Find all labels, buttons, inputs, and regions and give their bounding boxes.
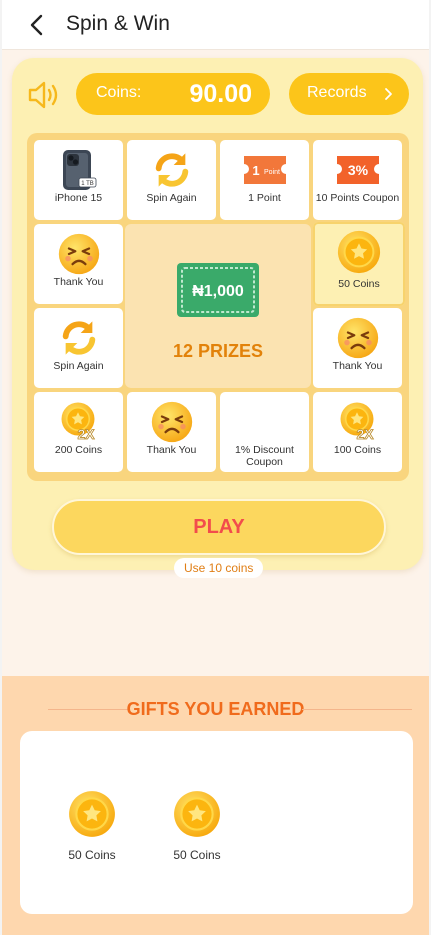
phone-icon: 1 TB <box>56 148 102 192</box>
coins-label: Coins: <box>96 84 142 101</box>
svg-text:2X: 2X <box>77 426 95 442</box>
prize-cell-100-coins: 2X 100 Coins <box>313 392 402 472</box>
prize-cell-spin-again: Spin Again <box>127 140 216 220</box>
prize-board: 1 TB iPhone 15 Spin Again 1 Point 1 Poin… <box>27 133 409 481</box>
prize-label: 100 Coins <box>333 444 382 456</box>
prize-label: 200 Coins <box>54 444 103 456</box>
point-ticket-icon: 1 Point <box>242 148 288 192</box>
coin-icon <box>67 789 117 839</box>
play-cost-label: Use 10 coins <box>174 558 264 578</box>
sad-face-icon <box>56 232 102 276</box>
prize-cell-thank-you: Thank You <box>313 308 402 388</box>
banknote-icon: ₦1,000 <box>177 263 259 317</box>
coin-icon <box>172 789 222 839</box>
gift-item: 50 Coins <box>152 789 242 862</box>
gift-label: 50 Coins <box>68 848 116 862</box>
records-button[interactable]: Records <box>289 73 409 115</box>
prize-label: iPhone 15 <box>54 192 103 204</box>
top-bar: Spin & Win <box>2 0 429 50</box>
sad-face-icon <box>335 316 381 360</box>
play-button[interactable]: PLAY <box>52 499 386 555</box>
svg-text:2X: 2X <box>356 426 374 442</box>
prize-cell-1-percent-discount: 1% Discount Coupon <box>220 392 309 472</box>
page-title: Spin & Win <box>66 12 170 35</box>
coupon-icon: 3% <box>335 148 381 192</box>
records-label: Records <box>307 84 367 101</box>
coins-balance: Coins: 90.00 <box>76 73 270 115</box>
prize-cell-1-point: 1 Point 1 Point <box>220 140 309 220</box>
gifts-list: 50 Coins 50 Coins <box>20 731 413 914</box>
prize-cell-spin-again: Spin Again <box>34 308 123 388</box>
chevron-right-icon <box>385 88 392 100</box>
divider <box>302 709 412 710</box>
prize-label: Spin Again <box>53 360 104 372</box>
back-button[interactable] <box>22 10 50 40</box>
prize-cell-thank-you: Thank You <box>127 392 216 472</box>
prize-label: 1% Discount Coupon <box>235 444 294 468</box>
gifts-section: GIFTS YOU EARNED 50 Coins 50 Coins <box>2 676 429 935</box>
prize-label: Spin Again <box>146 192 197 204</box>
coin-icon: 2X <box>56 400 102 444</box>
prizes-count-label: 12 PRIZES <box>172 341 264 361</box>
gift-label: 50 Coins <box>173 848 221 862</box>
svg-text:1: 1 <box>252 163 259 178</box>
svg-text:Point: Point <box>264 169 280 176</box>
chevron-left-icon <box>30 14 43 36</box>
prize-cell-10-points-coupon: 3% 10 Points Coupon <box>313 140 402 220</box>
prize-label: Thank You <box>146 444 197 456</box>
prize-label: Thank You <box>53 276 104 288</box>
prize-label: 10 Points Coupon <box>315 192 400 204</box>
coin-icon <box>336 230 382 274</box>
svg-text:₦1,000: ₦1,000 <box>192 283 244 300</box>
app-root: Spin & Win Coins: 90.00 Records 1 TB iPh… <box>2 0 429 935</box>
prize-cell-thank-you: Thank You <box>34 224 123 304</box>
prize-cell-iphone: 1 TB iPhone 15 <box>34 140 123 220</box>
sound-toggle-button[interactable] <box>26 78 60 112</box>
prize-cell-50-coins-active: 50 Coins <box>313 222 405 306</box>
prize-label: 1 Point <box>248 192 281 204</box>
refresh-icon <box>149 148 195 192</box>
svg-text:1 TB: 1 TB <box>81 181 94 187</box>
prize-label: Thank You <box>332 360 383 372</box>
prize-label: 50 Coins <box>338 278 380 290</box>
speaker-icon <box>28 81 58 109</box>
refresh-icon <box>56 316 102 360</box>
game-card: Coins: 90.00 Records 1 TB iPhone 15 Spin… <box>12 58 423 578</box>
coins-value: 90.00 <box>189 80 252 108</box>
grand-prize-panel: ₦1,000 12 PRIZES <box>125 224 311 388</box>
sad-face-icon <box>149 400 195 444</box>
gift-item: 50 Coins <box>47 789 137 862</box>
coin-icon: 2X <box>335 400 381 444</box>
svg-text:3%: 3% <box>347 162 368 178</box>
prize-cell-200-coins: 2X 200 Coins <box>34 392 123 472</box>
